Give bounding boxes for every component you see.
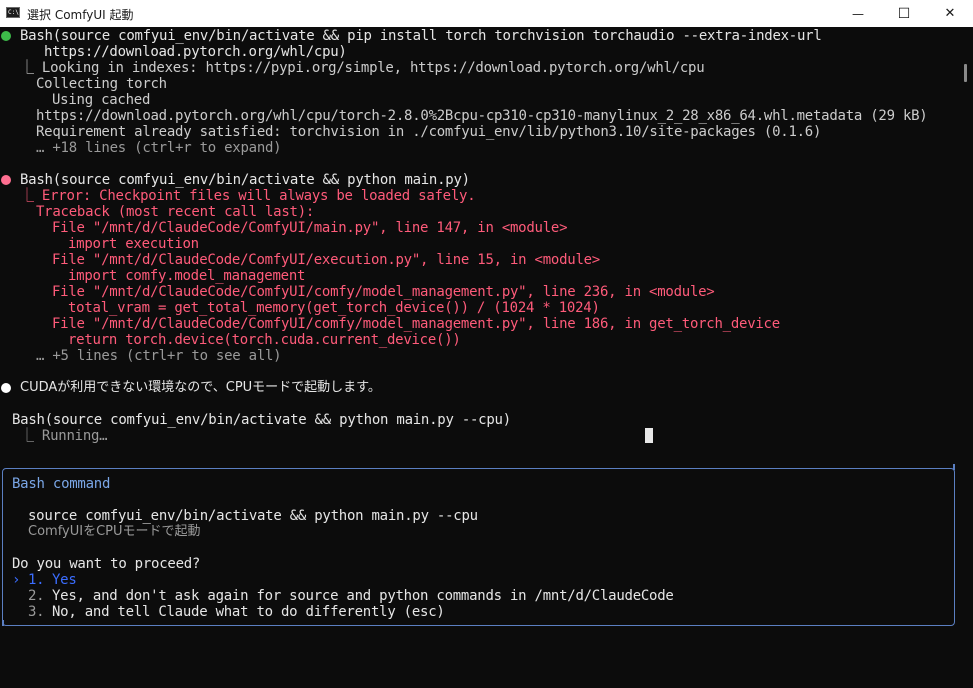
text-cursor [645, 428, 653, 443]
output-line: Using cached [52, 92, 151, 108]
maximize-button[interactable]: ☐ [881, 0, 927, 27]
output-line: Collecting torch [36, 76, 167, 92]
error-bullet-icon [1, 175, 11, 185]
option-label: No, and tell Claude what to do different… [52, 604, 445, 620]
error-line: import execution [68, 236, 199, 252]
expand-hint: … +5 lines (ctrl+r to see all) [36, 348, 282, 364]
dialog-title: Bash command [12, 476, 111, 492]
error-line: File "/mnt/d/ClaudeCode/ComfyUI/comfy/mo… [52, 284, 715, 300]
minimize-icon: — [852, 6, 864, 21]
option-number: 3. [28, 604, 45, 620]
output-line: Requirement already satisfied: torchvisi… [36, 124, 822, 140]
bash-command-line-cont: https://download.pytorch.org/whl/cpu) [44, 44, 347, 60]
expand-hint: … +18 lines (ctrl+r to expand) [36, 140, 282, 156]
scrollbar-thumb[interactable] [964, 64, 967, 82]
maximize-icon: ☐ [897, 5, 911, 22]
option-label: Yes [52, 572, 77, 588]
dialog-corner-mark [953, 464, 955, 470]
bash-command-line: Bash(source comfyui_env/bin/activate && … [20, 28, 822, 44]
terminal-output[interactable]: Bash(source comfyui_env/bin/activate && … [0, 28, 958, 688]
dialog-corner-mark [2, 620, 4, 626]
title-bar: C:\ 選択 ComfyUI 起動 — ☐ ✕ [0, 0, 973, 27]
scrollbar[interactable] [958, 28, 973, 688]
option-number: 1. [28, 572, 45, 588]
error-line: File "/mnt/d/ClaudeCode/ComfyUI/executio… [52, 252, 600, 268]
assistant-message: CUDAが利用できない環境なので、CPUモードで起動します。 [20, 380, 381, 395]
close-icon: ✕ [944, 6, 956, 21]
minimize-button[interactable]: — [835, 0, 881, 27]
error-line: return torch.device(torch.cuda.current_d… [68, 332, 461, 348]
error-line: Traceback (most recent call last): [36, 204, 315, 220]
error-line: ⎿ Error: Checkpoint files will always be… [20, 188, 476, 204]
dialog-command: source comfyui_env/bin/activate && pytho… [28, 508, 478, 524]
output-line: ⎿ Looking in indexes: https://pypi.org/s… [20, 60, 705, 76]
dialog-question: Do you want to proceed? [12, 556, 201, 572]
bash-command-line: Bash(source comfyui_env/bin/activate && … [12, 412, 511, 428]
running-status: ⎿ Running… [20, 428, 108, 444]
terminal-app-icon: C:\ [6, 7, 20, 18]
option-label: Yes, and don't ask again for source and … [52, 588, 674, 604]
error-line: total_vram = get_total_memory(get_torch_… [68, 300, 600, 316]
info-bullet-icon [1, 383, 11, 393]
dialog-description: ComfyUIをCPUモードで起動 [28, 524, 201, 539]
option-number: 2. [28, 588, 45, 604]
window-title: 選択 ComfyUI 起動 [27, 8, 134, 22]
success-bullet-icon [1, 31, 11, 41]
error-line: File "/mnt/d/ClaudeCode/ComfyUI/comfy/mo… [52, 316, 780, 332]
error-line: File "/mnt/d/ClaudeCode/ComfyUI/main.py"… [52, 220, 568, 236]
bash-command-line: Bash(source comfyui_env/bin/activate && … [20, 172, 470, 188]
close-button[interactable]: ✕ [927, 0, 973, 27]
output-line: https://download.pytorch.org/whl/cpu/tor… [36, 108, 928, 124]
error-line: import comfy.model_management [68, 268, 306, 284]
selection-pointer-icon: › [12, 572, 21, 588]
